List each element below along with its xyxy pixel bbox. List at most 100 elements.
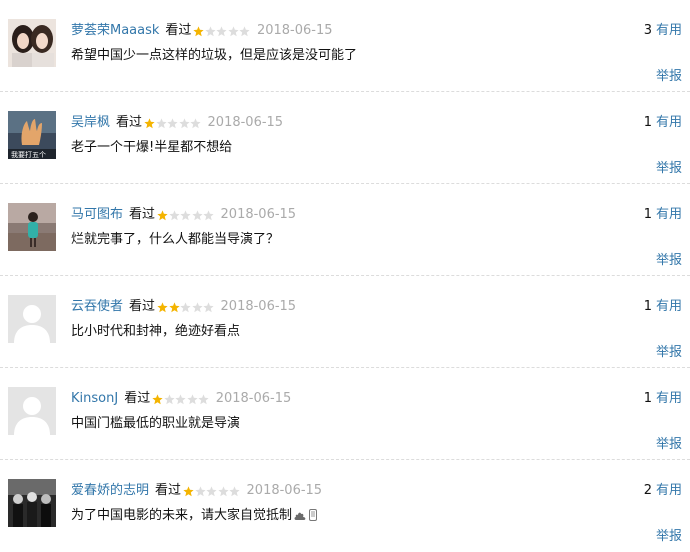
review-text: 为了中国电影的未来，请大家自觉抵制: [71, 508, 293, 523]
rating-stars: [193, 25, 251, 37]
useful-button[interactable]: 有用: [656, 23, 682, 38]
username-link[interactable]: 云吞使者: [71, 298, 123, 316]
useful-count: 3: [643, 23, 652, 38]
username-link[interactable]: 吴岸枫: [71, 114, 110, 132]
review-text: 比小时代和封神，绝迹好看点: [71, 324, 241, 339]
useful-vote: 1 有用: [644, 390, 682, 408]
rating-stars: [144, 117, 202, 129]
useful-count: 1: [643, 391, 652, 406]
comment-list: 萝荟荣Maaask 看过 2018-06-15 希望中国少一点这样的垃圾，但是应…: [0, 0, 690, 552]
review-content: 希望中国少一点这样的垃圾，但是应该是没可能了: [71, 47, 357, 65]
username-link[interactable]: KinsonJ: [71, 390, 118, 408]
report-link[interactable]: 举报: [656, 68, 682, 86]
rating-stars: [157, 209, 215, 221]
review-item: 爱春娇的志明 看过 2018-06-15 为了中国电影的未来，请大家自觉抵制 2…: [0, 460, 690, 552]
useful-button[interactable]: 有用: [656, 391, 682, 406]
review-header: 云吞使者 看过 2018-06-15: [71, 298, 296, 316]
star-empty-icon: [191, 209, 203, 220]
star-empty-icon: [168, 209, 180, 220]
useful-count: 1: [643, 299, 652, 314]
review-content: 为了中国电影的未来，请大家自觉抵制: [71, 507, 318, 527]
avatar-two-girls-photo[interactable]: [8, 19, 56, 67]
star-empty-icon: [180, 301, 191, 312]
star-empty-icon: [206, 485, 217, 496]
review-date: 2018-06-15: [207, 115, 284, 130]
star-empty-icon: [203, 209, 214, 220]
star-filled-icon: [157, 209, 168, 220]
review-item: 我要打五个 吴岸枫 看过 2018-06-15 老子一个干爆!半星都不想给 1有…: [0, 92, 690, 184]
username-link[interactable]: 爱春娇的志明: [71, 482, 149, 500]
star-empty-icon: [155, 117, 167, 128]
review-header: KinsonJ 看过 2018-06-15: [71, 390, 291, 408]
report-link[interactable]: 举报: [656, 252, 682, 270]
avatar-hand-photo[interactable]: 我要打五个: [8, 111, 56, 159]
star-empty-icon: [164, 393, 175, 404]
watched-label: 看过: [165, 23, 192, 38]
review-header: 马可图布 看过 2018-06-15: [71, 206, 296, 224]
report-link[interactable]: 举报: [656, 436, 682, 454]
username-link[interactable]: 马可图布: [71, 206, 123, 224]
star-filled-icon: [183, 485, 194, 496]
useful-count: 1: [643, 207, 652, 222]
star-empty-icon: [167, 117, 178, 128]
useful-button[interactable]: 有用: [656, 483, 682, 498]
useful-vote: 1 有用: [644, 206, 682, 224]
avatar-group-bw-photo[interactable]: [8, 479, 56, 527]
useful-vote: 2 有用: [644, 482, 682, 500]
useful-count: 2: [643, 483, 652, 498]
review-content: 中国门槛最低的职业就是导演: [71, 415, 240, 433]
useful-button[interactable]: 有用: [656, 299, 682, 314]
review-header: 吴岸枫 看过 2018-06-15: [71, 114, 283, 132]
rating-stars: [152, 393, 210, 405]
star-empty-icon: [180, 209, 191, 220]
star-empty-icon: [228, 25, 239, 36]
avatar-default-placeholder[interactable]: [8, 295, 56, 343]
star-empty-icon: [198, 393, 209, 404]
review-header: 爱春娇的志明 看过 2018-06-15: [71, 482, 322, 500]
username-link[interactable]: 萝荟荣Maaask: [71, 22, 159, 40]
useful-button[interactable]: 有用: [656, 115, 682, 130]
star-empty-icon: [175, 393, 186, 404]
star-empty-icon: [194, 485, 206, 496]
useful-vote: 1 有用: [644, 114, 682, 132]
star-filled-icon: [168, 301, 180, 312]
star-filled-icon: [193, 25, 205, 36]
watched-label: 看过: [124, 391, 151, 406]
avatar-person-scenery-photo[interactable]: [8, 203, 56, 251]
review-date: 2018-06-15: [215, 391, 292, 406]
review-content: 比小时代和封神，绝迹好看点: [71, 323, 240, 341]
review-text: 烂就完事了，什么人都能当导演了？: [71, 232, 280, 247]
review-item: KinsonJ 看过 2018-06-15 中国门槛最低的职业就是导演 1 有用 …: [0, 368, 690, 460]
star-empty-icon: [191, 301, 203, 312]
useful-vote: 3 有用: [644, 22, 682, 40]
review-date: 2018-06-15: [220, 299, 297, 314]
review-header: 萝荟荣Maaask 看过 2018-06-15: [71, 22, 333, 40]
star-empty-icon: [187, 393, 198, 404]
report-link[interactable]: 举报: [656, 160, 682, 178]
review-text: 中国门槛最低的职业就是导演: [71, 416, 241, 431]
star-empty-icon: [205, 25, 216, 36]
review-date: 2018-06-15: [256, 23, 333, 38]
useful-button[interactable]: 有用: [656, 207, 682, 222]
watched-label: 看过: [155, 483, 182, 498]
poop-emoji-icon: [294, 509, 306, 527]
review-date: 2018-06-15: [220, 207, 297, 222]
report-link[interactable]: 举报: [656, 344, 682, 362]
rating-stars: [183, 485, 241, 497]
review-item: 云吞使者 看过 2018-06-15 比小时代和封神，绝迹好看点 1 有用 举报: [0, 276, 690, 368]
star-filled-icon: [152, 393, 163, 404]
rating-stars: [157, 301, 215, 313]
star-empty-icon: [239, 25, 251, 36]
star-empty-icon: [178, 117, 190, 128]
review-item: 萝荟荣Maaask 看过 2018-06-15 希望中国少一点这样的垃圾，但是应…: [0, 0, 690, 92]
star-empty-icon: [216, 25, 228, 36]
report-link[interactable]: 举报: [656, 528, 682, 546]
avatar-default-placeholder[interactable]: [8, 387, 56, 435]
useful-count: 1: [643, 115, 652, 130]
review-text: 希望中国少一点这样的垃圾，但是应该是没可能了: [71, 48, 358, 63]
star-empty-icon: [203, 301, 214, 312]
review-text: 老子一个干爆!半星都不想给: [71, 140, 233, 155]
review-item: 马可图布 看过 2018-06-15 烂就完事了，什么人都能当导演了？ 1 有用 …: [0, 184, 690, 276]
review-date: 2018-06-15: [246, 483, 323, 498]
useful-vote: 1 有用: [644, 298, 682, 316]
